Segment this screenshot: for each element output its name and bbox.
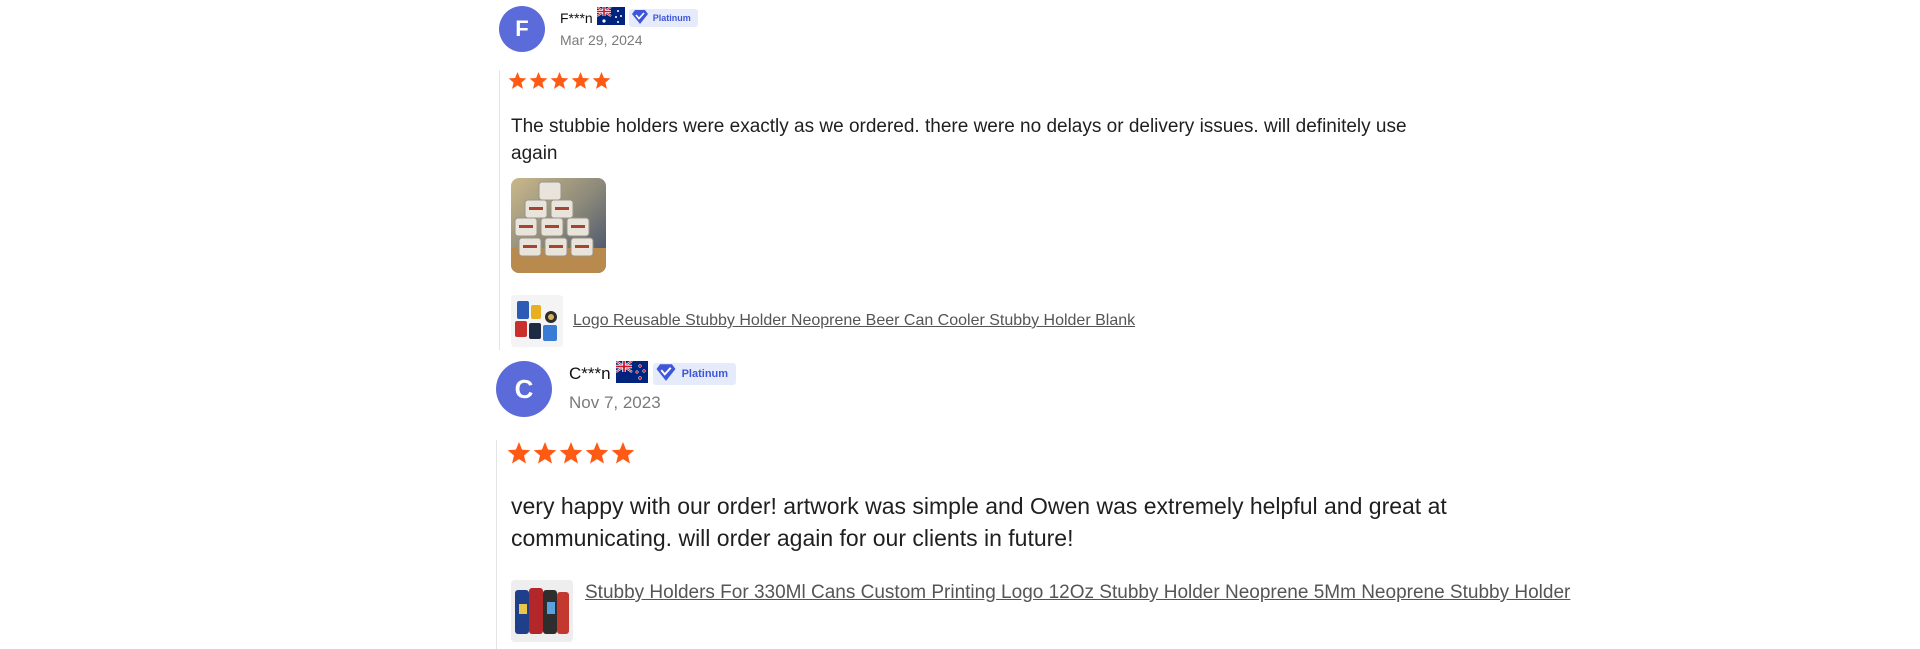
- star-icon: [559, 442, 583, 464]
- review-text: The stubbie holders were exactly as we o…: [511, 116, 1407, 164]
- star-rating: [508, 72, 611, 90]
- product-row: Logo Reusable Stubby Holder Neoprene Bee…: [511, 295, 1135, 347]
- new-zealand-flag-icon: [614, 359, 648, 388]
- diamond-icon: [631, 9, 649, 27]
- product-link[interactable]: Stubby Holders For 330Ml Cans Custom Pri…: [585, 580, 1635, 605]
- star-rating: [507, 442, 635, 465]
- review-divider: [496, 440, 497, 649]
- review-date: Nov 7, 2023: [569, 393, 661, 412]
- reviewer-name: F***n: [560, 10, 593, 26]
- product-thumbnail[interactable]: [511, 580, 573, 642]
- avatar: C: [496, 361, 552, 417]
- star-icon: [529, 72, 548, 89]
- star-icon: [571, 72, 590, 89]
- australia-flag-icon: [596, 5, 625, 30]
- star-icon: [550, 72, 569, 89]
- product-row: Stubby Holders For 330Ml Cans Custom Pri…: [511, 580, 1635, 642]
- platinum-badge: Platinum: [652, 363, 737, 385]
- star-icon: [507, 442, 531, 464]
- product-thumbnail[interactable]: [511, 295, 563, 347]
- reviewer-header: C***n Platinum: [569, 359, 737, 388]
- product-link[interactable]: Logo Reusable Stubby Holder Neoprene Bee…: [573, 312, 1135, 330]
- review-text: very happy with our order! artwork was s…: [511, 493, 1447, 551]
- review-divider: [499, 70, 500, 350]
- star-icon: [533, 442, 557, 464]
- review-date: Mar 29, 2024: [560, 32, 643, 48]
- platinum-badge: Platinum: [628, 9, 698, 27]
- diamond-icon: [655, 363, 677, 385]
- star-icon: [592, 72, 611, 89]
- star-icon: [611, 442, 635, 464]
- avatar: F: [499, 6, 545, 52]
- review-photo[interactable]: [511, 178, 606, 273]
- reviewer-header: F***n Platinum: [560, 5, 698, 30]
- star-icon: [585, 442, 609, 464]
- reviewer-name: C***n: [569, 364, 611, 383]
- star-icon: [508, 72, 527, 89]
